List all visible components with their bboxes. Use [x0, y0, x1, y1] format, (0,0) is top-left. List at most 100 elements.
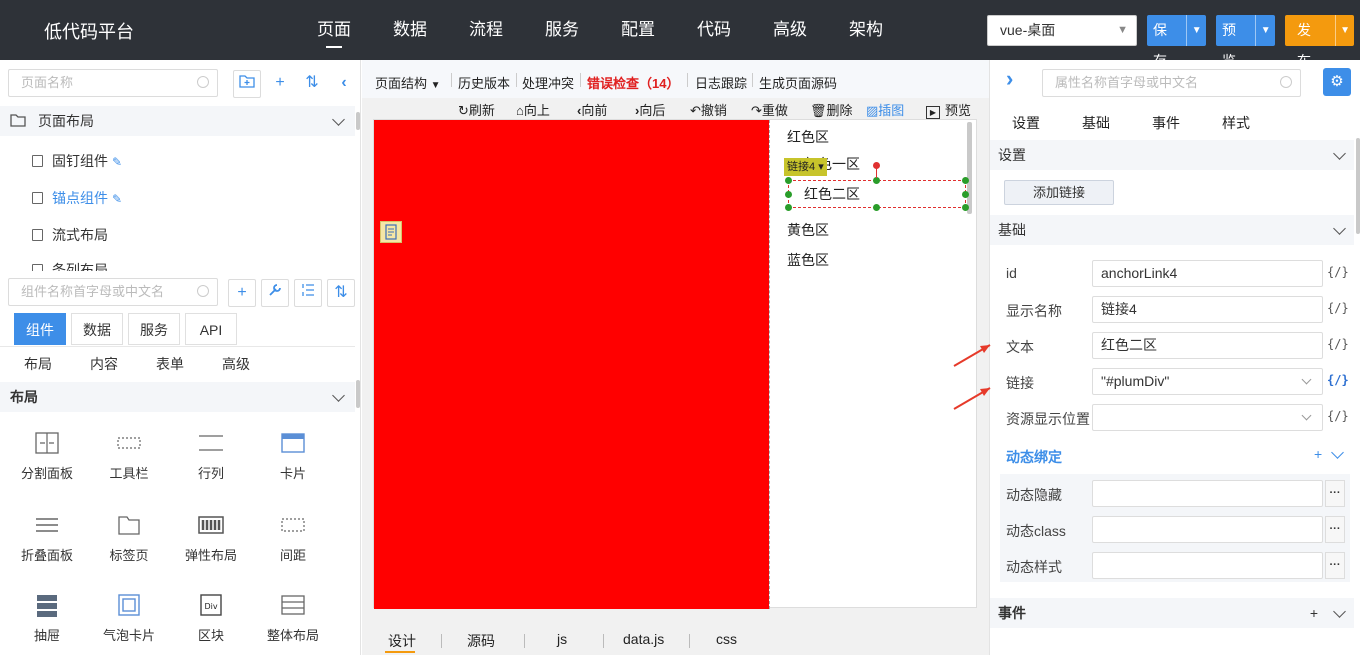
settings-gear-button[interactable]: ⚙ — [1323, 68, 1351, 96]
redo-button[interactable]: ↷重做 — [751, 100, 788, 119]
red-area-block[interactable] — [374, 120, 769, 609]
resize-handle[interactable] — [785, 191, 792, 198]
anchor-link-red[interactable]: 红色区 — [787, 127, 829, 147]
tab-data[interactable]: 数据 — [71, 313, 123, 345]
component-scrollbar[interactable] — [356, 380, 360, 408]
nav-architecture[interactable]: 架构 — [828, 0, 904, 60]
tab-js[interactable]: js — [557, 631, 567, 647]
dynamic-class-input[interactable] — [1092, 516, 1323, 543]
chevron-down-icon[interactable] — [1331, 446, 1344, 459]
anchor-link-yellow[interactable]: 黄色区 — [787, 220, 829, 240]
move-up-button[interactable]: ⌂向上 — [516, 100, 550, 119]
sort-button[interactable]: ⇅ — [298, 70, 326, 98]
resize-handle[interactable] — [785, 177, 792, 184]
component-row-col[interactable]: 行列 — [170, 432, 252, 482]
component-tabs-page[interactable]: 标签页 — [88, 514, 170, 564]
dynamic-style-input[interactable] — [1092, 552, 1323, 579]
undo-button[interactable]: ↶撤销 — [690, 100, 727, 119]
resize-handle[interactable] — [962, 204, 969, 211]
nav-page[interactable]: 页面 — [296, 0, 372, 60]
component-popover-card[interactable]: 气泡卡片 — [88, 594, 170, 644]
tree-item-flow-layout[interactable]: 流式布局 — [32, 225, 108, 245]
collapse-left-button[interactable]: ‹ — [330, 70, 358, 98]
nav-config[interactable]: 配置 — [600, 0, 676, 60]
tab-data-js[interactable]: data.js — [623, 631, 664, 647]
tree-item-affix[interactable]: 固钉组件 ✎ — [32, 151, 122, 171]
resize-handle[interactable] — [962, 191, 969, 198]
tree-item-anchor[interactable]: 锚点组件 ✎ — [32, 188, 122, 208]
preview-canvas-button[interactable]: ▶ 预览 — [926, 100, 971, 119]
preview-button[interactable]: 预览 ▼ — [1216, 15, 1275, 69]
category-layout[interactable]: 布局 — [5, 354, 71, 374]
save-dropdown-icon[interactable]: ▼ — [1186, 15, 1206, 46]
page-tree-scrollbar[interactable] — [356, 112, 360, 130]
page-tree-root[interactable]: 页面布局 — [0, 106, 355, 136]
page-structure-button[interactable]: 页面结构 ▼ — [375, 73, 441, 92]
layout-section-header[interactable]: 布局 — [0, 382, 355, 412]
edit-pencil-icon[interactable]: ✎ — [112, 155, 122, 169]
move-backward-button[interactable]: ›向后 — [635, 100, 665, 119]
generate-source-button[interactable]: 生成页面源码 — [759, 73, 837, 92]
resize-handle[interactable] — [873, 204, 880, 211]
tree-item-list-layout[interactable]: 条列布局 — [32, 260, 108, 271]
component-whole-layout[interactable]: 整体布局 — [252, 594, 334, 644]
resolve-conflict-button[interactable]: 处理冲突 — [522, 73, 574, 92]
tab-style[interactable]: 样式 — [1222, 113, 1250, 133]
app-type-select[interactable]: vue-桌面 ▼ — [987, 15, 1137, 46]
component-block[interactable]: Div 区块 — [170, 594, 252, 644]
link-select[interactable]: "#plumDiv" — [1092, 368, 1323, 395]
component-toolbar[interactable]: 工具栏 — [88, 432, 170, 482]
link-code-toggle[interactable]: {/} — [1327, 373, 1349, 387]
move-forward-button[interactable]: ‹向前 — [577, 100, 607, 119]
nav-code[interactable]: 代码 — [676, 0, 752, 60]
edit-pencil-icon[interactable]: ✎ — [112, 192, 122, 206]
resource-position-code-toggle[interactable]: {/} — [1327, 409, 1349, 423]
refresh-button[interactable]: ↻刷新 — [458, 100, 495, 119]
dynamic-hide-more-icon[interactable]: ··· — [1325, 480, 1345, 507]
log-trace-button[interactable]: 日志跟踪 — [695, 73, 747, 92]
basic-section-header[interactable]: 基础 — [990, 215, 1354, 245]
text-input[interactable]: 红色二区 — [1092, 332, 1323, 359]
id-input[interactable]: anchorLink4 — [1092, 260, 1323, 287]
tab-settings[interactable]: 设置 — [1012, 113, 1040, 133]
delete-button[interactable]: 🗑删除 — [810, 100, 853, 119]
publish-button[interactable]: 发布 ▼ — [1285, 15, 1354, 69]
nav-advanced[interactable]: 高级 — [752, 0, 828, 60]
page-search-input[interactable]: 页面名称 — [8, 69, 218, 97]
component-space[interactable]: 间距 — [252, 514, 334, 564]
resize-handle[interactable] — [873, 177, 880, 184]
component-split-panel[interactable]: 分割面板 — [6, 432, 88, 482]
error-check-button[interactable]: 错误检查（14） — [587, 73, 679, 92]
dynamic-binding-title[interactable]: 动态绑定 — [1006, 447, 1062, 467]
display-name-code-toggle[interactable]: {/} — [1327, 301, 1349, 315]
expand-right-icon[interactable]: › — [1006, 66, 1013, 92]
property-search-input[interactable]: 属性名称首字母或中文名 — [1042, 69, 1301, 97]
insert-image-button[interactable]: ▨插图 — [866, 100, 904, 119]
rotate-handle[interactable] — [873, 162, 880, 169]
canvas-scrollbar[interactable] — [967, 122, 972, 214]
nav-service[interactable]: 服务 — [524, 0, 600, 60]
events-section-header[interactable]: 事件 + — [990, 598, 1354, 628]
preview-dropdown-icon[interactable]: ▼ — [1255, 15, 1275, 46]
tab-service[interactable]: 服务 — [128, 313, 180, 345]
dynamic-style-more-icon[interactable]: ··· — [1325, 552, 1345, 579]
wrench-button[interactable] — [261, 279, 289, 307]
component-drawer[interactable]: 抽屉 — [6, 594, 88, 644]
add-component-button[interactable]: + — [228, 279, 256, 307]
add-folder-button[interactable] — [233, 70, 261, 98]
dynamic-class-more-icon[interactable]: ··· — [1325, 516, 1345, 543]
add-link-button[interactable]: 添加链接 — [1004, 180, 1114, 205]
affix-component-icon[interactable] — [380, 221, 402, 243]
resize-handle[interactable] — [962, 177, 969, 184]
publish-dropdown-icon[interactable]: ▼ — [1335, 15, 1354, 46]
selected-component-tag[interactable]: 链接4 ▾ — [784, 158, 827, 176]
component-search-input[interactable]: 组件名称首字母或中文名 — [8, 278, 218, 306]
tab-components[interactable]: 组件 — [14, 313, 66, 345]
id-code-toggle[interactable]: {/} — [1327, 265, 1349, 279]
tab-basic[interactable]: 基础 — [1082, 113, 1110, 133]
component-card[interactable]: 卡片 — [252, 432, 334, 482]
category-advanced[interactable]: 高级 — [203, 354, 269, 374]
nav-data[interactable]: 数据 — [372, 0, 448, 60]
resize-handle[interactable] — [785, 204, 792, 211]
add-event-icon[interactable]: + — [1310, 598, 1318, 628]
